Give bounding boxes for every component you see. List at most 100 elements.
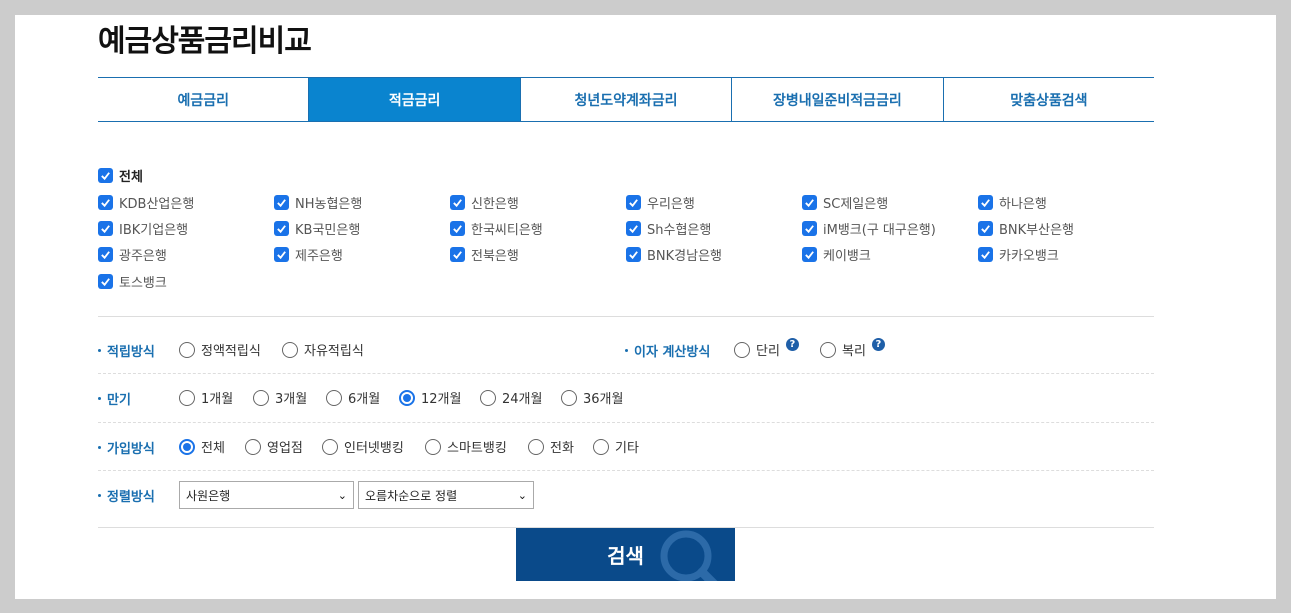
radio-term-12m[interactable]: 12개월: [399, 388, 461, 407]
bank-checkbox[interactable]: 한국씨티은행: [450, 219, 543, 238]
tab-deposit-rate[interactable]: 예금금리: [98, 78, 310, 121]
checkbox-checked-icon: [274, 195, 289, 210]
checkbox-checked-icon: [802, 221, 817, 236]
checkbox-checked-icon: [98, 274, 113, 289]
tab-youth-account-rate[interactable]: 청년도약계좌금리: [521, 78, 733, 121]
divider: [98, 422, 1154, 423]
search-button[interactable]: 검색: [516, 528, 735, 581]
bank-checkbox-label: BNK부산은행: [999, 223, 1075, 238]
divider: [98, 470, 1154, 471]
checkbox-checked-icon: [450, 247, 465, 262]
bank-checkbox[interactable]: IBK기업은행: [98, 219, 188, 238]
bank-checkbox[interactable]: 토스뱅크: [98, 272, 167, 291]
radio-fixed-saving[interactable]: 정액적립식: [179, 340, 261, 359]
radio-term-24m[interactable]: 24개월: [480, 388, 542, 407]
radio-free-saving[interactable]: 자유적립식: [282, 340, 364, 359]
checkbox-checked-icon: [98, 195, 113, 210]
bank-checkbox[interactable]: BNK경남은행: [626, 245, 722, 264]
bank-checkbox-label: KDB산업은행: [119, 197, 195, 212]
tab-savings-rate[interactable]: 적금금리: [309, 78, 521, 121]
checkbox-all-label: 전체: [119, 170, 143, 185]
radio-selected-icon: [179, 438, 195, 455]
bank-checkbox[interactable]: NH농협은행: [274, 193, 362, 212]
radio-simple-interest[interactable]: 단리?: [734, 338, 799, 359]
radio-join-all[interactable]: 전체: [179, 437, 225, 456]
bank-checkbox-label: 신한은행: [471, 197, 519, 212]
checkbox-checked-icon: [802, 195, 817, 210]
tab-soldier-savings-rate[interactable]: 장병내일준비적금금리: [732, 78, 944, 121]
chevron-down-icon: ⌄: [517, 488, 527, 502]
bank-checkbox-label: 케이뱅크: [823, 249, 871, 264]
radio-circle-icon: [179, 389, 195, 406]
bank-checkbox-label: 카카오뱅크: [999, 249, 1059, 264]
chevron-down-icon: ⌄: [337, 488, 347, 502]
bank-checkbox-label: iM뱅크(구 대구은행): [823, 223, 936, 238]
help-icon[interactable]: ?: [785, 338, 799, 351]
bank-checkbox[interactable]: 광주은행: [98, 245, 167, 264]
magnifier-icon: [660, 530, 718, 581]
tab-custom-search[interactable]: 맞춤상품검색: [944, 78, 1154, 121]
sort-order-select[interactable]: 오름차순으로 정렬 ⌄: [358, 481, 534, 509]
bank-checkbox[interactable]: KDB산업은행: [98, 193, 194, 212]
checkbox-checked-icon: [978, 247, 993, 262]
divider: [98, 316, 1154, 317]
checkbox-checked-icon: [98, 221, 113, 236]
bank-checkbox[interactable]: 신한은행: [450, 193, 519, 212]
radio-term-36m[interactable]: 36개월: [561, 388, 623, 407]
page-title: 예금상품금리비교: [98, 24, 312, 59]
sort-bank-select[interactable]: 사원은행 ⌄: [179, 481, 354, 509]
radio-join-smart[interactable]: 스마트뱅킹: [425, 437, 507, 456]
checkbox-checked-icon: [626, 221, 641, 236]
bank-checkbox-label: SC제일은행: [823, 197, 889, 212]
bank-checkbox-label: 우리은행: [647, 197, 695, 212]
divider: [98, 373, 1154, 374]
radio-circle-icon: [425, 438, 441, 455]
tab-bar: 예금금리 적금금리 청년도약계좌금리 장병내일준비적금금리 맞춤상품검색: [98, 77, 1154, 122]
radio-circle-icon: [820, 341, 836, 358]
bank-checkbox[interactable]: 전북은행: [450, 245, 519, 264]
radio-compound-interest[interactable]: 복리?: [820, 338, 885, 359]
bank-checkbox[interactable]: BNK부산은행: [978, 219, 1074, 238]
radio-circle-icon: [593, 438, 609, 455]
radio-circle-icon: [561, 389, 577, 406]
radio-circle-icon: [528, 438, 544, 455]
bank-checkbox-label: BNK경남은행: [647, 249, 723, 264]
bank-checkbox-label: NH농협은행: [295, 197, 363, 212]
bank-checkbox[interactable]: iM뱅크(구 대구은행): [802, 219, 936, 238]
radio-join-internet[interactable]: 인터넷뱅킹: [322, 437, 404, 456]
radio-term-3m[interactable]: 3개월: [253, 388, 307, 407]
bank-checkbox-label: IBK기업은행: [119, 223, 189, 238]
bank-checkbox-label: Sh수협은행: [647, 223, 712, 238]
bank-checkbox-label: 한국씨티은행: [471, 223, 543, 238]
radio-join-other[interactable]: 기타: [593, 437, 639, 456]
bank-checkbox[interactable]: Sh수협은행: [626, 219, 711, 238]
bank-checkbox[interactable]: 하나은행: [978, 193, 1047, 212]
help-icon[interactable]: ?: [871, 338, 885, 351]
checkbox-checked-icon: [450, 195, 465, 210]
bank-checkbox-label: KB국민은행: [295, 223, 361, 238]
bank-checkbox[interactable]: 카카오뱅크: [978, 245, 1059, 264]
checkbox-checked-icon: [98, 168, 113, 183]
radio-join-phone[interactable]: 전화: [528, 437, 574, 456]
bank-checkbox[interactable]: 우리은행: [626, 193, 695, 212]
bank-checkbox-label: 전북은행: [471, 249, 519, 264]
bank-checkbox[interactable]: 케이뱅크: [802, 245, 871, 264]
bank-checkbox-label: 토스뱅크: [119, 276, 167, 291]
radio-circle-icon: [282, 341, 298, 358]
bank-checkbox[interactable]: 제주은행: [274, 245, 343, 264]
bank-checkbox[interactable]: SC제일은행: [802, 193, 888, 212]
radio-selected-icon: [399, 389, 415, 406]
checkbox-checked-icon: [98, 247, 113, 262]
bank-checkbox-label: 광주은행: [119, 249, 167, 264]
radio-join-branch[interactable]: 영업점: [245, 437, 303, 456]
radio-term-6m[interactable]: 6개월: [326, 388, 380, 407]
checkbox-checked-icon: [978, 221, 993, 236]
radio-circle-icon: [245, 438, 261, 455]
saving-method-label: 적립방식: [98, 341, 155, 360]
bank-checkbox[interactable]: KB국민은행: [274, 219, 360, 238]
radio-circle-icon: [480, 389, 496, 406]
interest-method-label: 이자 계산방식: [625, 341, 710, 360]
checkbox-all[interactable]: 전체: [98, 166, 143, 185]
radio-term-1m[interactable]: 1개월: [179, 388, 233, 407]
checkbox-checked-icon: [450, 221, 465, 236]
